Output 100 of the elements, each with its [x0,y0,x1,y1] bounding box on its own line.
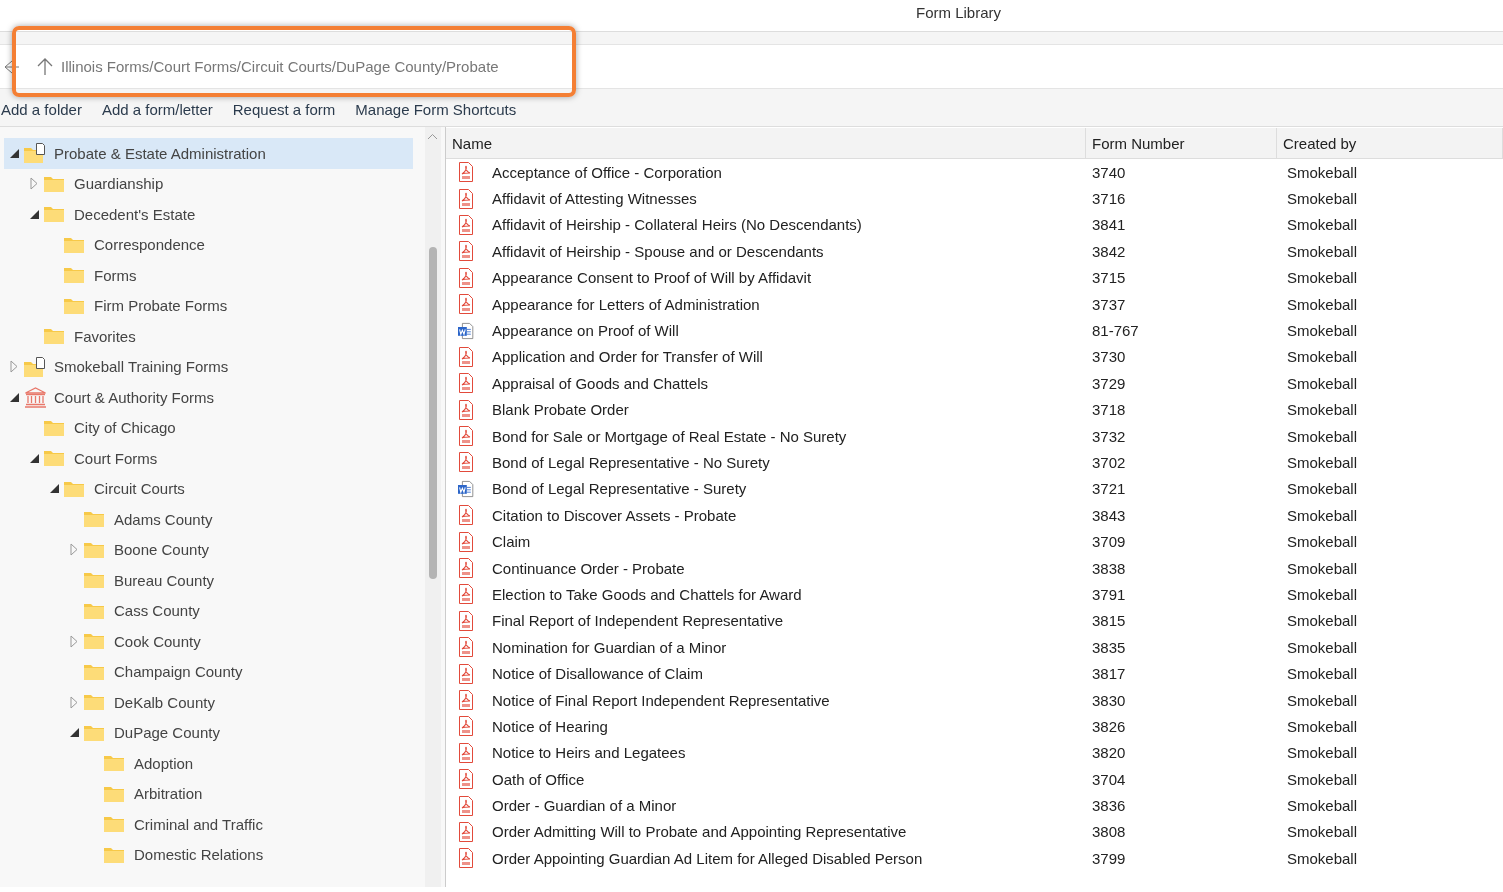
expanded-arrow-icon[interactable] [69,728,79,738]
column-header[interactable]: Name [446,128,1086,159]
form-name[interactable]: Claim [492,533,531,551]
table-cell-text: Smokeball [1286,848,1359,869]
table-cell-text: 3702 [1091,453,1127,473]
tree-item[interactable]: Circuit Courts [4,473,413,504]
tree-item[interactable]: DuPage County [4,717,413,748]
toolbar-link[interactable]: Manage Form Shortcuts [355,101,517,118]
pdf-file-icon [458,294,474,315]
tree-item[interactable]: City of Chicago [4,412,413,443]
toolbar-link[interactable]: Request a form [232,101,336,118]
collapsed-arrow-icon[interactable] [10,360,18,374]
folder-document-icon [24,143,46,164]
column-header[interactable]: Created by [1277,128,1503,159]
table-cell-text: 3836 [1091,796,1127,817]
table-cell-text: 3791 [1091,584,1127,605]
tree-item[interactable]: Bureau County [4,565,413,596]
folder-icon [104,755,124,772]
tree-item[interactable]: Criminal and Traffic [4,809,413,840]
scrollbar-thumb[interactable] [429,247,437,579]
table-cell-text: 3715 [1091,268,1127,289]
tree-item[interactable]: Correspondence [4,229,413,260]
tree-item[interactable]: Favorites [4,321,413,352]
expanded-arrow-icon[interactable] [9,392,19,402]
table-cell-text: 3830 [1091,690,1127,711]
tree-item[interactable]: Adoption [4,748,413,779]
tree-item[interactable]: Court Forms [4,443,413,474]
form-name[interactable]: Appraisal of Goods and Chattels [492,374,708,392]
form-name[interactable]: Notice to Heirs and Legatees [492,744,686,762]
form-name[interactable]: Affidavit of Heirship - Collateral Heirs (No Descendants) [492,216,862,234]
table-cell-text: 3817 [1091,664,1127,685]
collapsed-arrow-icon[interactable] [70,543,78,557]
form-name[interactable]: Bond for Sale or Mortgage of Real Estate - No Surety [492,427,847,445]
form-name[interactable]: Acceptance of Office - Corporation [492,163,722,181]
form-name[interactable]: Blank Probate Order [492,401,629,419]
form-name[interactable]: Order Admitting Will to Probate and Appointing Representative [492,823,907,841]
form-name[interactable]: Appearance Consent to Proof of Will by Affidavit [492,269,812,287]
form-name[interactable]: Affidavit of Heirship - Spouse and or Descendants [492,242,824,260]
collapsed-arrow-icon[interactable] [30,177,38,191]
table-cell-text: 3718 [1091,400,1127,421]
column-header[interactable]: Form Number [1086,128,1277,159]
tree-item[interactable]: Adams County [4,504,413,535]
collapsed-arrow-icon[interactable] [70,695,78,709]
folder-icon [104,785,124,802]
expanded-arrow-icon[interactable] [9,148,19,158]
tree-item[interactable]: Smokeball Training Forms [4,351,413,382]
tree-item[interactable]: DeKalb County [4,687,413,718]
back-icon[interactable] [3,58,19,75]
tree-item[interactable]: Champaign County [4,656,413,687]
form-name[interactable]: Appearance for Letters of Administration [492,295,760,313]
form-name[interactable]: Continuance Order - Probate [492,559,685,577]
pdf-file-icon [458,426,474,447]
tree-item[interactable]: Domestic Relations [4,839,413,870]
folder-icon [84,511,104,528]
expanded-arrow-icon[interactable] [29,209,39,219]
tree-item[interactable]: Guardianship [4,168,413,199]
toolbar-link[interactable]: Add a folder [1,101,82,118]
tree-item[interactable]: Court & Authority Forms [4,382,413,413]
up-arrow-icon[interactable] [37,58,53,75]
tree-item[interactable]: Firm Probate Forms [4,290,413,321]
folder-icon [44,419,64,436]
tree-item[interactable]: Cass County [4,595,413,626]
form-name[interactable]: Bond of Legal Representative - Surety [492,480,747,498]
toolbar-link[interactable]: Add a form/letter [101,101,213,118]
tree-item[interactable]: Forms [4,260,413,291]
scrollbar[interactable] [425,127,441,887]
form-name[interactable]: Oath of Office [492,770,585,788]
expanded-arrow-icon[interactable] [29,453,39,463]
form-name[interactable]: Appearance on Proof of Will [492,322,679,340]
tree-item[interactable]: Probate & Estate Administration [4,138,413,169]
tree-item[interactable]: Cook County [4,626,413,657]
pdf-file-icon [458,821,474,842]
form-name[interactable]: Election to Take Goods and Chattels for Award [492,585,802,603]
table-cell-text: Smokeball [1286,664,1359,685]
expanded-arrow-icon[interactable] [49,484,59,494]
table-cell-text: Smokeball [1286,373,1359,394]
form-name[interactable]: Notice of Final Report Independent Representative [492,691,830,709]
form-name[interactable]: Citation to Discover Assets - Probate [492,506,737,524]
collapsed-arrow-icon[interactable] [70,634,78,648]
table-cell-text: Smokeball [1286,690,1359,711]
scroll-up-icon[interactable] [427,133,438,140]
form-name[interactable]: Application and Order for Transfer of Will [492,348,763,366]
form-name[interactable]: Order - Guardian of a Minor [492,797,677,815]
pdf-file-icon [458,716,474,737]
table-cell-text: Smokeball [1286,426,1359,447]
form-name[interactable]: Notice of Hearing [492,717,608,735]
tree-item[interactable]: Boone County [4,534,413,565]
form-name[interactable]: Nomination for Guardian of a Minor [492,638,727,656]
form-name[interactable]: Notice of Disallowance of Claim [492,665,703,683]
tree-item[interactable]: Arbitration [4,778,413,809]
form-name[interactable]: Bond of Legal Representative - No Surety [492,454,770,471]
folder-icon [84,694,104,711]
table-cell-text: Smokeball [1286,822,1359,843]
form-name[interactable]: Affidavit of Attesting Witnesses [492,190,697,208]
form-name[interactable]: Order Appointing Guardian Ad Litem for Alleged Disabled Person [492,849,923,867]
table-cell-text: Smokeball [1286,796,1359,817]
table-cell-text: Smokeball [1286,532,1359,553]
tree-item[interactable]: Decedent's Estate [4,199,413,230]
form-name[interactable]: Final Report of Independent Representative [492,612,784,630]
table-cell-text: Smokeball [1286,321,1359,342]
